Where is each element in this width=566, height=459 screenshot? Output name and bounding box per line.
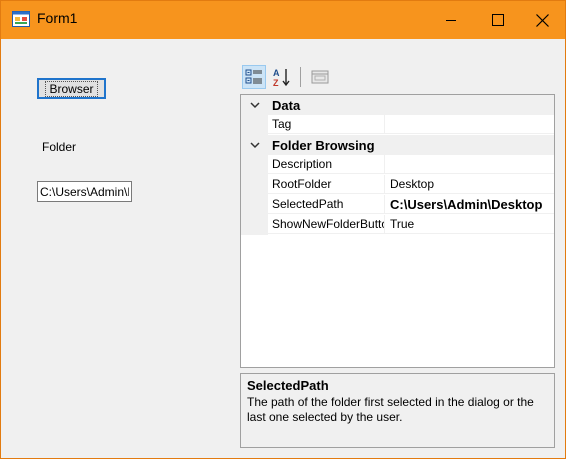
minimize-button[interactable] (428, 1, 474, 39)
row-margin (241, 175, 268, 195)
property-value[interactable] (385, 115, 554, 134)
property-name[interactable]: RootFolder (268, 175, 385, 194)
category-row-data[interactable]: Data (241, 95, 554, 115)
property-row-selectedpath[interactable]: SelectedPath C:\Users\Admin\Desktop (241, 195, 554, 215)
row-margin (241, 215, 268, 235)
categorized-button[interactable] (242, 65, 266, 89)
property-value[interactable]: True (385, 215, 554, 234)
categorized-icon (245, 69, 262, 84)
row-margin (241, 155, 268, 175)
category-row-folder-browsing[interactable]: Folder Browsing (241, 135, 554, 155)
app-icon (12, 11, 30, 27)
browser-button-label: Browser (45, 80, 98, 97)
property-name[interactable]: SelectedPath (268, 195, 385, 214)
collapse-chevron-icon[interactable] (241, 95, 268, 115)
close-button[interactable] (519, 1, 565, 39)
window-title: Form1 (37, 10, 78, 26)
description-text: The path of the folder first selected in… (247, 395, 534, 424)
property-pages-button[interactable] (308, 65, 332, 89)
property-name[interactable]: Description (268, 155, 385, 174)
category-name: Folder Browsing (272, 138, 375, 153)
toolbar-separator (300, 67, 301, 87)
category-name: Data (272, 98, 301, 113)
maximize-button[interactable] (475, 1, 521, 39)
property-value[interactable]: C:\Users\Admin\Desktop (385, 195, 554, 214)
property-row-shownewfolderbutton[interactable]: ShowNewFolderButton True (241, 215, 554, 235)
property-value[interactable]: Desktop (385, 175, 554, 194)
description-title: SelectedPath (247, 378, 329, 393)
property-value[interactable] (385, 155, 554, 174)
alphabetical-button[interactable]: A Z (270, 65, 294, 89)
property-name[interactable]: ShowNewFolderButton (268, 215, 385, 234)
title-bar[interactable]: Form1 (1, 1, 565, 39)
folder-label: Folder (42, 140, 77, 154)
form-client-area: Browser Folder A Z (1, 39, 565, 458)
browser-button[interactable]: Browser (37, 78, 106, 99)
property-name[interactable]: Tag (268, 115, 385, 134)
property-row-description[interactable]: Description (241, 155, 554, 175)
property-grid[interactable]: Data Tag Folder Browsing Description Roo… (240, 94, 555, 368)
property-pages-icon (311, 70, 329, 84)
property-row-rootfolder[interactable]: RootFolder Desktop (241, 175, 554, 195)
form-window: Form1 Browser Folder C:\Users\Admin\Desk… (0, 0, 566, 459)
svg-text:A: A (273, 68, 280, 78)
property-description-panel: SelectedPath The path of the folder firs… (240, 373, 555, 448)
property-row-tag[interactable]: Tag (241, 115, 554, 135)
folder-path-input[interactable] (37, 181, 132, 202)
row-margin (241, 115, 268, 135)
collapse-chevron-icon[interactable] (241, 135, 268, 155)
svg-text:Z: Z (273, 78, 279, 87)
close-icon (535, 13, 549, 27)
row-margin (241, 195, 268, 215)
alphabetical-icon: A Z (273, 68, 290, 87)
minimize-icon (446, 20, 456, 21)
property-grid-toolbar: A Z (240, 65, 390, 89)
maximize-icon (492, 14, 504, 26)
